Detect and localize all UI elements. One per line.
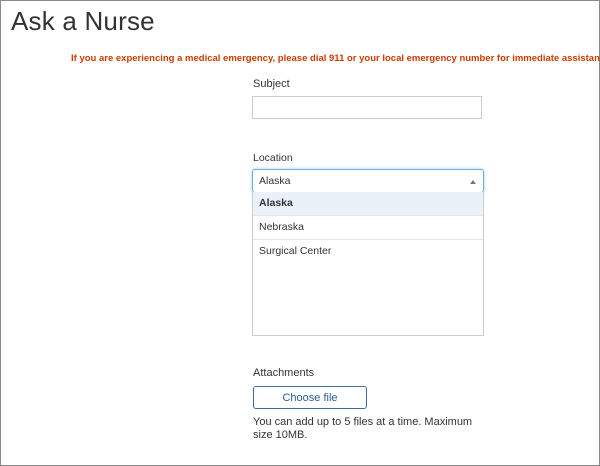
attachments-label: Attachments [253,367,315,379]
subject-input[interactable] [252,96,482,119]
choose-file-button[interactable]: Choose file [253,386,367,409]
message-textarea[interactable] [252,262,484,336]
location-option-surgical-center[interactable]: Surgical Center [253,239,483,263]
location-selected-value: Alaska [259,175,291,187]
subject-label: Subject [253,78,290,90]
location-option-alaska[interactable]: Alaska [253,192,483,215]
page-title: Ask a Nurse [11,6,155,36]
location-label: Location [253,152,293,164]
location-dropdown: Alaska Nebraska Surgical Center [252,192,484,264]
emergency-notice: If you are experiencing a medical emerge… [71,53,600,64]
chevron-up-icon [470,180,476,184]
location-select[interactable]: Alaska [252,169,484,193]
attachments-help-text: You can add up to 5 files at a time. Max… [253,416,473,441]
location-option-nebraska[interactable]: Nebraska [253,215,483,239]
